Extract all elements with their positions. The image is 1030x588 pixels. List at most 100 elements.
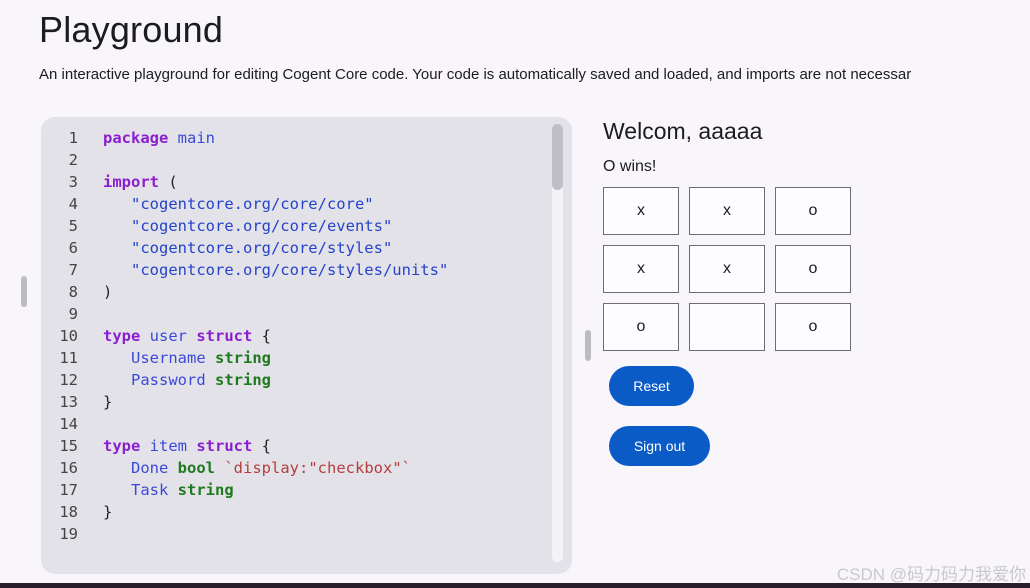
board-cell[interactable]: x: [603, 245, 679, 293]
board-cell[interactable]: o: [775, 245, 851, 293]
code-line[interactable]: 19: [41, 523, 551, 545]
code-token: user: [149, 327, 187, 345]
code-line[interactable]: 7 "cogentcore.org/core/styles/units": [41, 259, 551, 281]
code-text: package main: [103, 127, 215, 149]
board-cell[interactable]: x: [689, 245, 765, 293]
code-line[interactable]: 10 type user struct {: [41, 325, 551, 347]
line-number: 11: [59, 349, 78, 367]
line-number: 16: [59, 459, 78, 477]
code-text: "cogentcore.org/core/styles/units": [103, 259, 448, 281]
line-number: 5: [68, 217, 78, 235]
code-line[interactable]: 5 "cogentcore.org/core/events": [41, 215, 551, 237]
code-token: Task: [131, 481, 169, 499]
board-cell[interactable]: x: [689, 187, 765, 235]
code-token: {: [252, 327, 272, 345]
code-text: }: [103, 391, 112, 413]
board-cell[interactable]: [689, 303, 765, 351]
code-line[interactable]: 18}: [41, 501, 551, 523]
editor-scrollbar-thumb[interactable]: [552, 124, 563, 190]
code-token: }: [103, 503, 113, 521]
line-number: 1: [68, 129, 78, 147]
code-line[interactable]: 9: [41, 303, 551, 325]
code-token: main: [177, 129, 215, 147]
code-text: "cogentcore.org/core/core": [103, 193, 374, 215]
code-token: ): [103, 283, 113, 301]
code-token: item: [149, 437, 187, 455]
page-title: Playground: [39, 9, 224, 50]
board-cell[interactable]: o: [603, 303, 679, 351]
center-splitter-handle[interactable]: [585, 330, 591, 361]
line-number: 4: [68, 195, 78, 213]
line-number: 7: [68, 261, 78, 279]
code-token: "cogentcore.org/core/styles": [131, 239, 393, 257]
code-editor[interactable]: 1 package main 2 3 import (4 "cogentcore.org…: [41, 117, 572, 574]
code-line[interactable]: 1 package main: [41, 127, 551, 149]
code-token: struct: [196, 437, 253, 455]
board-cell[interactable]: o: [775, 303, 851, 351]
left-splitter-handle[interactable]: [21, 276, 27, 307]
code-line[interactable]: 6 "cogentcore.org/core/styles": [41, 237, 551, 259]
code-token: `display:"checkbox"`: [224, 459, 411, 477]
line-number: 17: [59, 481, 78, 499]
code-text: type user struct {: [103, 325, 271, 347]
line-number: 14: [59, 415, 78, 433]
code-token: string: [177, 481, 234, 499]
code-text: import (: [103, 171, 178, 193]
code-line[interactable]: 3 import (: [41, 171, 551, 193]
code-token: Password: [131, 371, 206, 389]
page-description: An interactive playground for editing Co…: [39, 66, 912, 83]
code-token: {: [252, 437, 272, 455]
code-text: type item struct {: [103, 435, 271, 457]
line-number: 9: [68, 305, 78, 323]
sign-out-button[interactable]: Sign out: [609, 426, 710, 466]
code-text: ): [103, 281, 112, 303]
line-number: 13: [59, 393, 78, 411]
line-number: 10: [59, 327, 78, 345]
editor-scrollbar[interactable]: [552, 124, 563, 562]
watermark: CSDN @码力码力我爱你: [836, 565, 1026, 584]
code-token: package: [103, 129, 169, 147]
reset-button[interactable]: Reset: [609, 366, 694, 406]
code-lines[interactable]: 1 package main 2 3 import (4 "cogentcore.org…: [41, 127, 551, 545]
code-line[interactable]: 15 type item struct {: [41, 435, 551, 457]
bottom-bar: [0, 583, 1030, 588]
board-cell[interactable]: x: [603, 187, 679, 235]
code-token: type: [103, 327, 141, 345]
board-cell[interactable]: o: [775, 187, 851, 235]
code-line[interactable]: 4 "cogentcore.org/core/core": [41, 193, 551, 215]
line-number: 2: [68, 151, 78, 169]
code-line[interactable]: 11 Username string: [41, 347, 551, 369]
code-text: }: [103, 501, 112, 523]
code-line[interactable]: 12 Password string: [41, 369, 551, 391]
code-token: import: [103, 173, 159, 191]
code-line[interactable]: 13}: [41, 391, 551, 413]
code-token: "cogentcore.org/core/events": [131, 217, 393, 235]
code-line[interactable]: 2: [41, 149, 551, 171]
code-line[interactable]: 14: [41, 413, 551, 435]
code-text: Task string: [103, 479, 234, 501]
line-number: 6: [68, 239, 78, 257]
code-token: Username: [131, 349, 206, 367]
line-number: 8: [68, 283, 78, 301]
code-line[interactable]: 16 Done bool `display:"checkbox"`: [41, 457, 551, 479]
game-status: O wins!: [603, 158, 657, 175]
code-token: }: [103, 393, 113, 411]
code-token: (: [159, 173, 178, 191]
code-line[interactable]: 8): [41, 281, 551, 303]
code-line[interactable]: 17 Task string: [41, 479, 551, 501]
